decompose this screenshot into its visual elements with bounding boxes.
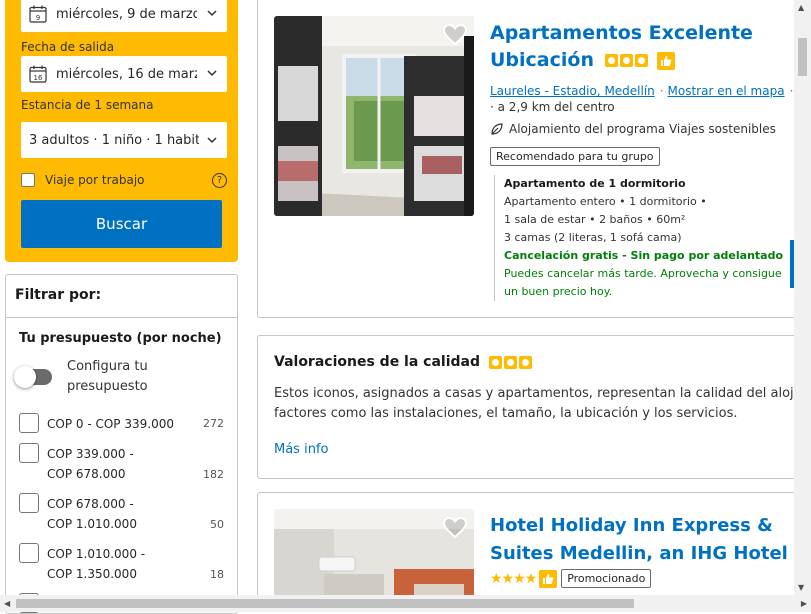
sustainable-row: Alojamiento del programa Viajes sostenib… xyxy=(490,122,776,136)
budget-checkbox[interactable] xyxy=(19,493,39,513)
checkin-date-value: miércoles, 9 de marzo de 2022 xyxy=(56,6,197,22)
quality-text-line: factores como las instalaciones, el tama… xyxy=(274,406,738,421)
budget-option[interactable]: COP 339.000 - COP 678.000 182 xyxy=(19,443,224,483)
budget-option[interactable]: COP 0 - COP 339.000 272 xyxy=(19,413,224,435)
recommended-badge: Recomendado para tu grupo xyxy=(490,147,660,166)
budget-option-count: 182 xyxy=(203,468,224,481)
checkout-date-field[interactable]: 16 miércoles, 16 de marzo de 2022 xyxy=(21,56,227,92)
quality-title-text: Valoraciones de la calidad xyxy=(274,354,481,370)
property-title-line: Suites Medellin, an IHG Hotel xyxy=(490,543,788,564)
thumbs-up-icon xyxy=(657,51,676,70)
property-title-line: Ubicación xyxy=(490,47,753,74)
rating-row: ★★★★ Promocionado xyxy=(490,569,652,588)
promoted-badge: Promocionado xyxy=(561,569,652,588)
property-title[interactable]: Apartamentos Excelente Ubicación xyxy=(490,20,753,74)
star-rating-icon: ★★★★ xyxy=(490,570,537,587)
chevron-down-icon xyxy=(207,70,217,77)
quality-title: Valoraciones de la calidad xyxy=(274,354,532,370)
room-info: Apartamento de 1 dormitorio Apartamento … xyxy=(494,175,784,301)
room-detail: 3 camas (2 literas, 1 sofá cama) xyxy=(504,231,682,244)
budget-title: Tu presupuesto (por noche) xyxy=(19,331,222,346)
leaf-icon xyxy=(491,123,503,135)
calendar-icon: 16 xyxy=(29,65,47,83)
budget-option-count: 18 xyxy=(210,568,224,581)
room-detail: Apartamento entero • 1 dormitorio • xyxy=(504,195,707,208)
heart-icon[interactable] xyxy=(442,22,468,48)
budget-option-count: 272 xyxy=(203,417,224,430)
checkout-label: Fecha de salida xyxy=(21,40,115,54)
work-trip-checkbox[interactable] xyxy=(21,173,35,187)
stay-length-label: Estancia de 1 semana xyxy=(21,98,154,112)
quality-text-line: Estos iconos, asignados a casas y aparta… xyxy=(274,386,802,401)
help-icon[interactable]: ? xyxy=(212,173,227,188)
filters-title: Filtrar por: xyxy=(15,287,102,303)
budget-toggle[interactable] xyxy=(14,366,52,388)
quality-ratings-box: Valoraciones de la calidad Estos iconos,… xyxy=(257,335,802,479)
property-title-text: Ubicación xyxy=(490,49,594,71)
room-detail: 1 sala de estar • 2 baños • 60m² xyxy=(504,213,686,226)
room-type: Apartamento de 1 dormitorio xyxy=(504,177,686,190)
budget-option-label: COP 339.000 - COP 678.000 xyxy=(47,447,134,481)
property-card: Apartamentos Excelente Ubicación Laurele… xyxy=(257,0,797,318)
checkin-date-field[interactable]: 9 miércoles, 9 de marzo de 2022 xyxy=(21,0,227,32)
divider xyxy=(6,317,237,318)
location-link[interactable]: Laureles - Estadio, Medellín xyxy=(490,84,655,98)
budget-checkbox[interactable] xyxy=(19,443,39,463)
quality-rating-icon xyxy=(604,54,648,67)
location-row: Laureles - Estadio, Medellín · Mostrar e… xyxy=(490,84,794,98)
distance-text: a 2,9 km del centro xyxy=(497,100,615,114)
sustainable-text: Alojamiento del programa Viajes sostenib… xyxy=(509,122,776,136)
vertical-scrollbar[interactable]: ▲ ▼ xyxy=(794,0,811,595)
show-on-map-link[interactable]: Mostrar en el mapa xyxy=(668,84,785,98)
budget-option-label: COP 1.010.000 - COP 1.350.000 xyxy=(47,547,146,581)
budget-option[interactable]: COP 678.000 - COP 1.010.000 50 xyxy=(19,493,224,533)
distance-row: · a 2,9 km del centro xyxy=(490,100,615,114)
more-info-link[interactable]: Más info xyxy=(274,442,328,457)
guests-select[interactable]: 3 adultos · 1 niño · 1 habitación xyxy=(21,122,227,158)
scroll-up-icon[interactable]: ▲ xyxy=(798,3,804,12)
scroll-right-icon[interactable]: ▶ xyxy=(801,599,807,608)
quality-rating-icon xyxy=(488,355,532,369)
horizontal-scroll-thumb[interactable] xyxy=(16,599,634,608)
free-cancellation: Cancelación gratis - Sin pago por adelan… xyxy=(504,249,784,262)
search-box: 9 miércoles, 9 de marzo de 2022 Fecha de… xyxy=(5,0,238,262)
calendar-icon: 9 xyxy=(29,5,47,23)
budget-option[interactable]: COP 1.010.000 - COP 1.350.000 18 xyxy=(19,543,224,583)
budget-toggle-label: Configura tu presupuesto xyxy=(67,359,148,394)
property-title-line: Hotel Holiday Inn Express & xyxy=(490,515,773,536)
calendar-day: 9 xyxy=(36,14,40,22)
budget-option-count: 50 xyxy=(210,518,224,531)
checkout-date-value: miércoles, 16 de marzo de 2022 xyxy=(56,66,197,82)
search-button[interactable]: Buscar xyxy=(21,200,222,248)
budget-checkbox[interactable] xyxy=(19,543,39,563)
scroll-left-icon[interactable]: ◀ xyxy=(4,599,10,608)
horizontal-scrollbar[interactable]: ◀ ▶ xyxy=(0,595,811,612)
chevron-down-icon xyxy=(207,137,217,144)
property-title-line: Apartamentos Excelente xyxy=(490,22,753,44)
property-title[interactable]: Hotel Holiday Inn Express & Suites Medel… xyxy=(490,512,788,568)
vertical-scroll-thumb[interactable] xyxy=(798,38,807,76)
property-photo[interactable] xyxy=(274,16,474,216)
work-trip-row: Viaje por trabajo ? xyxy=(21,170,227,190)
quality-description: Estos iconos, asignados a casas y aparta… xyxy=(274,384,802,424)
scroll-down-icon[interactable]: ▼ xyxy=(798,583,804,592)
heart-icon[interactable] xyxy=(442,515,468,541)
property-card: Hotel Holiday Inn Express & Suites Medel… xyxy=(257,492,797,612)
cancel-note: un buen precio hoy. xyxy=(504,285,613,298)
filters-panel: Filtrar por: Tu presupuesto (por noche) … xyxy=(5,274,238,614)
guests-value: 3 adultos · 1 niño · 1 habitación xyxy=(29,132,199,148)
work-trip-label: Viaje por trabajo xyxy=(45,173,145,187)
chevron-down-icon xyxy=(207,10,217,17)
thumbs-up-icon xyxy=(539,569,558,588)
cancel-note: Puedes cancelar más tarde. Aprovecha y c… xyxy=(504,267,782,280)
budget-option-label: COP 0 - COP 339.000 xyxy=(47,417,174,431)
budget-option-label: COP 678.000 - COP 1.010.000 xyxy=(47,497,137,531)
budget-checkbox[interactable] xyxy=(19,413,39,433)
calendar-day: 16 xyxy=(34,74,43,82)
